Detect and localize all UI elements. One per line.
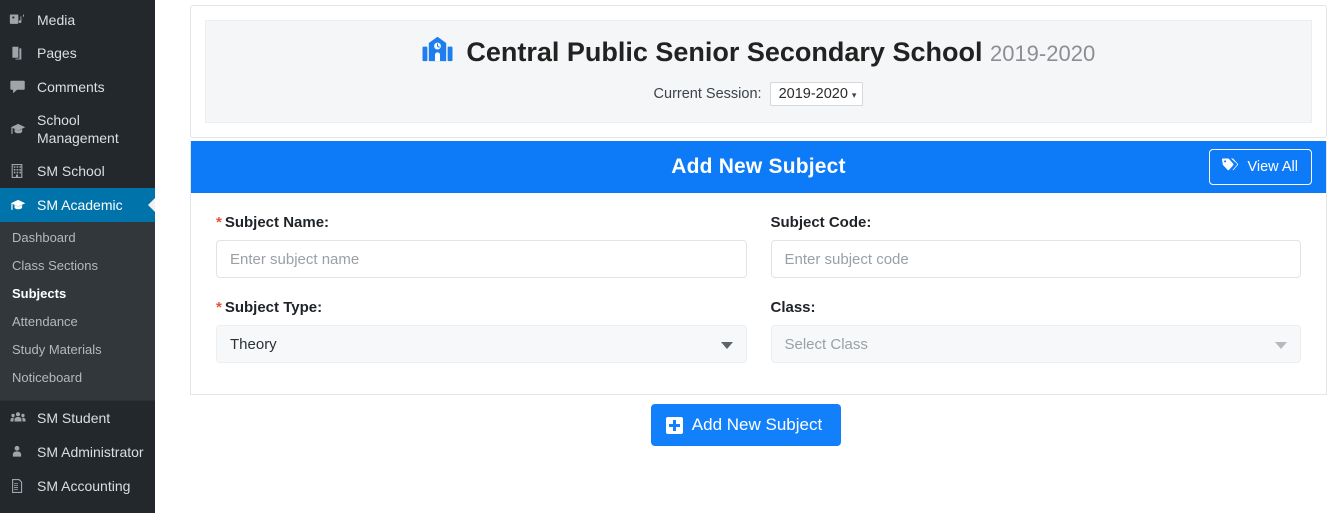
tags-icon	[1221, 157, 1239, 177]
panel-body: *Subject Name: Subject Code: *Subject Ty…	[191, 193, 1326, 394]
sidebar-item-pages[interactable]: Pages	[0, 36, 155, 70]
plus-square-icon	[665, 416, 683, 434]
field-subject-name: * Subject Name:	[216, 214, 747, 278]
sidebar-item-label: School Management	[37, 112, 119, 146]
panel-header: Add New Subject View All	[191, 141, 1326, 193]
add-new-subject-label: Add New Subject	[691, 415, 823, 434]
session-select[interactable]: 2019-2020 ▾	[769, 82, 864, 106]
sidebar-subitem-study-materials[interactable]: Study Materials	[0, 336, 155, 364]
chevron-down-icon	[720, 342, 733, 349]
chevron-down-icon	[1275, 342, 1287, 349]
subject-type-select-wrap: Theory	[216, 325, 747, 363]
sidebar-item-sm-student[interactable]: SM Student	[0, 401, 155, 435]
chevron-down-icon: ▾	[851, 90, 857, 100]
active-menu-arrow	[148, 197, 155, 213]
class-select[interactable]: Select Class	[770, 325, 1301, 363]
subject-type-label-text: Subject Type:	[224, 299, 323, 316]
form-row-spacer	[216, 278, 1301, 299]
sidebar-item-label: Comments	[37, 79, 105, 95]
current-session-label: Current Session:	[653, 86, 762, 102]
sidebar-item-media[interactable]: Media	[0, 0, 155, 36]
page-title: Central Public Senior Secondary School 2…	[216, 35, 1301, 73]
sidebar-item-sm-school[interactable]: SM School	[0, 154, 155, 188]
media-icon	[9, 12, 35, 29]
sidebar-item-label: Pages	[37, 45, 77, 61]
subject-type-label: * Subject Type:	[216, 299, 747, 316]
class-select-wrap: Select Class	[770, 325, 1301, 363]
form-row-2: * Subject Type: Theory Class: Select Clas…	[216, 299, 1301, 363]
admin-sidebar: Media Pages Comments School Management S…	[0, 0, 155, 513]
subject-code-input[interactable]	[770, 240, 1301, 278]
sidebar-subitem-subjects[interactable]: Subjects	[0, 280, 155, 308]
sidebar-subitem-attendance[interactable]: Attendance	[0, 308, 155, 336]
required-marker: *	[216, 214, 222, 231]
building-icon	[9, 163, 35, 179]
required-marker: *	[216, 299, 222, 316]
sidebar-item-school-management[interactable]: School Management	[0, 104, 155, 154]
comments-icon	[9, 78, 35, 96]
panel-title: Add New Subject	[671, 155, 846, 178]
sidebar-item-label: SM Administrator	[37, 444, 144, 460]
pages-icon	[9, 45, 35, 62]
sidebar-item-label: SM Accounting	[37, 478, 131, 494]
field-class: Class: Select Class	[770, 299, 1301, 363]
graduation-cap-icon	[9, 120, 35, 139]
sidebar-item-label: SM Academic	[37, 197, 123, 213]
view-all-label: View All	[1247, 159, 1298, 175]
banner-session-year: 2019-2020	[989, 41, 1096, 66]
add-new-subject-button[interactable]: Add New Subject	[650, 404, 842, 446]
subject-name-label: * Subject Name:	[216, 214, 747, 231]
sidebar-item-label: SM School	[37, 163, 105, 179]
view-all-button[interactable]: View All	[1209, 149, 1312, 185]
field-subject-code: Subject Code:	[770, 214, 1301, 278]
sidebar-item-sm-accounting[interactable]: SM Accounting	[0, 469, 155, 503]
sidebar-submenu-sm-academic: Dashboard Class Sections Subjects Attend…	[0, 222, 155, 400]
subject-code-label: Subject Code:	[770, 214, 872, 231]
sidebar-item-sm-administrator[interactable]: SM Administrator	[0, 435, 155, 469]
session-select-value: 2019-2020	[778, 86, 848, 102]
class-label: Class:	[770, 299, 816, 316]
field-subject-type: * Subject Type: Theory	[216, 299, 747, 363]
users-icon	[9, 409, 35, 427]
sidebar-subitem-dashboard[interactable]: Dashboard	[0, 224, 155, 252]
main-content: Central Public Senior Secondary School 2…	[155, 0, 1337, 513]
graduation-cap-icon	[9, 196, 35, 215]
document-icon	[9, 478, 35, 494]
school-name: Central Public Senior Secondary School	[466, 37, 983, 67]
sidebar-subitem-noticeboard[interactable]: Noticeboard	[0, 364, 155, 392]
school-building-clock-icon	[422, 36, 453, 73]
sidebar-item-comments[interactable]: Comments	[0, 70, 155, 104]
sidebar-item-sm-academic[interactable]: SM Academic	[0, 188, 155, 222]
user-icon	[9, 444, 35, 460]
sidebar-item-label: SM Student	[37, 410, 111, 426]
school-banner: Central Public Senior Secondary School 2…	[205, 20, 1312, 123]
school-banner-card: Central Public Senior Secondary School 2…	[190, 5, 1327, 138]
current-session-row: Current Session: 2019-2020 ▾	[216, 82, 1301, 106]
subject-name-label-text: Subject Name:	[224, 214, 330, 231]
form-row-1: *Subject Name: Subject Code:	[216, 214, 1301, 278]
sidebar-subitem-class-sections[interactable]: Class Sections	[0, 252, 155, 280]
sidebar-item-label: Media	[37, 12, 76, 28]
subject-name-input[interactable]	[216, 240, 747, 278]
subject-type-select[interactable]: Theory	[216, 325, 747, 363]
add-subject-panel: Add New Subject View All *Subject Name:	[190, 141, 1327, 395]
submit-row: Add New Subject	[155, 404, 1337, 446]
